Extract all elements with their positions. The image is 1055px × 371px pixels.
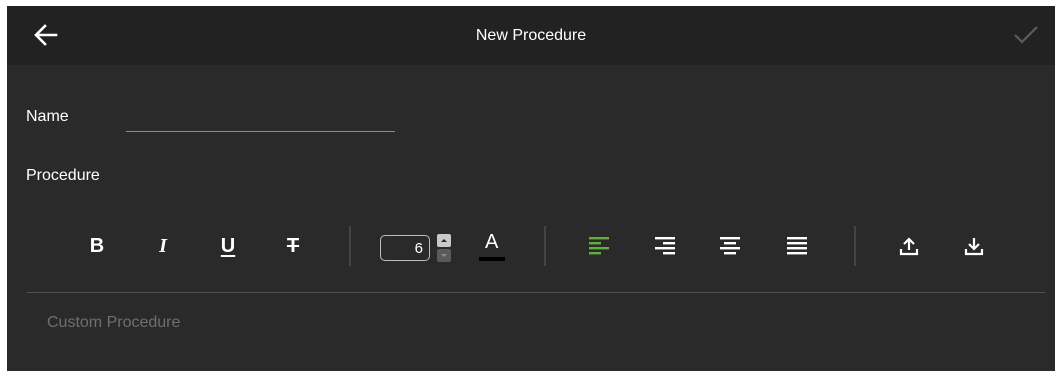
align-right-icon [655,237,675,255]
upload-icon [899,237,919,256]
align-left-icon [589,237,609,255]
font-color-icon: A [478,229,506,263]
arrow-left-icon [34,24,58,46]
align-right-button[interactable] [650,216,680,276]
strikethrough-button[interactable]: T [279,216,307,276]
underline-button[interactable]: U [214,216,242,276]
bold-icon: B [89,234,105,257]
checkmark-icon [1014,26,1038,44]
back-button[interactable] [33,22,59,48]
toolbar-divider [544,226,546,266]
name-input[interactable] [126,107,395,132]
align-left-button[interactable] [584,216,614,276]
confirm-button[interactable] [1013,24,1039,46]
decrease-font-size-button[interactable] [437,249,451,262]
text-color-swatch [479,257,505,261]
caret-up-icon [441,239,447,242]
font-size-stepper[interactable]: 6 [380,231,453,262]
align-center-button[interactable] [715,216,745,276]
font-size-value[interactable]: 6 [380,235,430,261]
strikethrough-icon: T [286,234,300,257]
increase-font-size-button[interactable] [437,234,451,247]
italic-button[interactable]: I [149,216,177,276]
align-justify-button[interactable] [782,216,812,276]
caret-down-icon [441,254,447,257]
page-title: New Procedure [475,27,587,44]
text-color-button[interactable]: A [475,216,509,276]
header-bar: New Procedure [7,6,1055,65]
align-justify-icon [787,237,807,255]
download-button[interactable] [959,216,989,276]
align-center-icon [720,237,740,255]
name-label: Name [26,108,69,125]
download-icon [964,238,984,256]
editor-divider [27,292,1045,293]
underline-icon: U [220,234,236,257]
toolbar-divider [349,226,351,266]
toolbar-divider [854,226,856,266]
new-procedure-window: New Procedure Name Procedure B I U T 6 A… [7,6,1055,371]
formatting-toolbar: B I U T 6 A [7,216,1055,276]
text-color-letter: A [485,231,499,253]
bold-button[interactable]: B [83,216,111,276]
upload-button[interactable] [894,216,924,276]
procedure-label: Procedure [26,167,100,184]
procedure-editor[interactable]: Custom Procedure [47,314,180,332]
italic-icon: I [159,234,167,257]
